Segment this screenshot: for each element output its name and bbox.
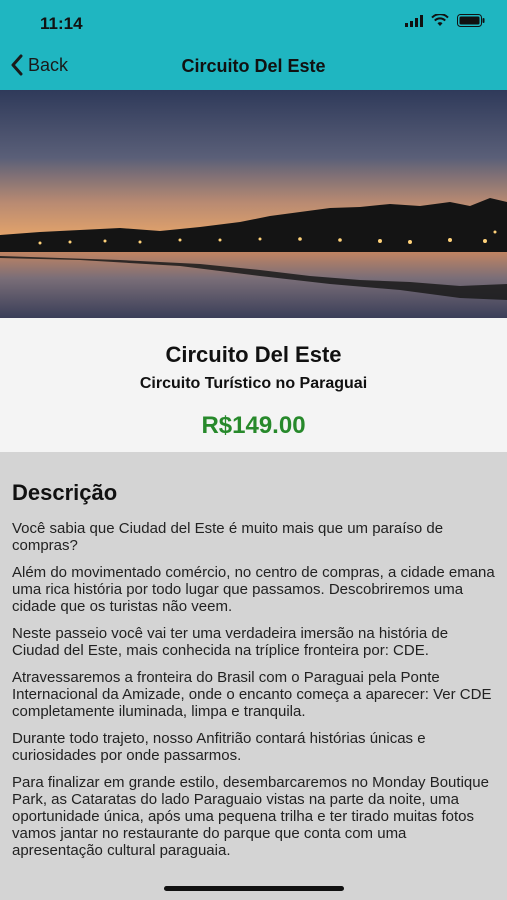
description-paragraph: Atravessaremos a fronteira do Brasil com… — [12, 669, 492, 720]
lake-sunset-photo — [0, 90, 507, 318]
status-icons — [405, 14, 485, 27]
description-heading: Descrição — [12, 480, 118, 505]
battery-icon — [457, 14, 485, 27]
back-button[interactable]: Back — [10, 54, 68, 76]
hero-image — [0, 90, 507, 318]
wifi-icon — [431, 14, 449, 26]
product-title: Circuito Del Este — [165, 342, 342, 367]
navigation-bar: Back Circuito Del Este — [0, 44, 507, 90]
description-paragraph: Além do movimentado comércio, no centro … — [12, 564, 495, 615]
description-paragraph: Você sabia que Ciudad del Este é muito m… — [12, 520, 444, 554]
home-indicator[interactable] — [164, 886, 344, 891]
description-section: Descrição Você sabia que Ciudad del Este… — [12, 452, 498, 869]
product-info-card: Circuito Del Este Circuito Turístico no … — [0, 318, 507, 452]
status-time: 11:14 — [40, 14, 83, 33]
chevron-left-icon — [11, 54, 23, 76]
back-label: Back — [28, 54, 69, 75]
signal-icon — [405, 14, 423, 27]
status-bar: 11:14 — [0, 0, 507, 44]
product-subtitle: Circuito Turístico no Paraguai — [139, 375, 368, 392]
description-paragraph: Durante todo trajeto, nosso Anfitrião co… — [12, 730, 426, 764]
description-paragraph: Neste passeio você vai ter uma verdadeir… — [12, 625, 449, 659]
product-price: R$149.00 — [201, 412, 306, 439]
description-paragraph: Para finalizar em grande estilo, desemba… — [12, 774, 489, 859]
page-title: Circuito Del Este — [181, 56, 326, 76]
